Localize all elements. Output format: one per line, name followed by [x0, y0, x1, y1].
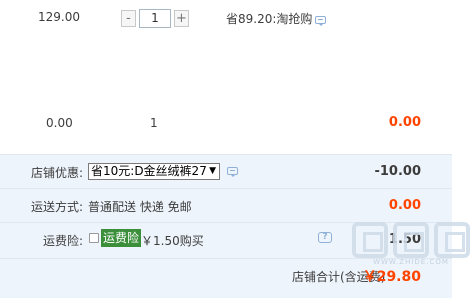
watermark-glyph — [434, 222, 470, 258]
watermark-glyph — [393, 222, 429, 258]
shipping-amount: 0.00 — [388, 198, 421, 213]
order-item-row: 0.00 1 0.00 — [0, 106, 452, 154]
item-price: 129.00 — [38, 10, 80, 24]
grand-total-amount: ￥29.80 — [362, 269, 421, 285]
dropdown-arrow-icon: ▼ — [209, 166, 216, 176]
discount-label: 店铺优惠: — [30, 166, 83, 180]
shipping-row: 运送方式: 普通配送 快递 免邮 0.00 — [0, 189, 452, 222]
shipping-label: 运送方式: — [30, 200, 83, 214]
shop-discount-row: 店铺优惠: 省10元:D金丝绒裤27 ▼ -10.00 — [0, 155, 452, 188]
chat-icon[interactable] — [227, 167, 238, 177]
quantity-input[interactable]: 1 — [139, 9, 171, 28]
item-price: 0.00 — [46, 116, 73, 130]
discount-select[interactable]: 省10元:D金丝绒裤27 ▼ — [88, 163, 220, 180]
promo-text: 省89.20:淘抢购 — [226, 10, 327, 27]
discount-selected-value: 省10元:D金丝绒裤27 — [91, 164, 207, 178]
insurance-label: 运费险: — [42, 234, 83, 248]
order-item-row: 129.00 - 1 + 省89.20:淘抢购 — [0, 0, 452, 106]
quantity-decrease-button[interactable]: - — [121, 10, 136, 27]
watermark-text: WWW.ZHIDE.COM — [373, 258, 449, 266]
quantity-stepper: - 1 + — [121, 9, 189, 28]
watermark-glyph — [352, 222, 388, 258]
promo-label: 省89.20:淘抢购 — [226, 12, 313, 26]
insurance-price: ￥1.50购买 — [141, 234, 204, 248]
shipping-method: 普通配送 快递 免邮 — [88, 200, 192, 214]
quantity-increase-button[interactable]: + — [174, 10, 189, 27]
chat-icon[interactable] — [315, 15, 327, 26]
insurance-tag: 运费险 — [101, 229, 142, 247]
insurance-checkbox[interactable] — [89, 233, 99, 243]
item-quantity: 1 — [150, 116, 158, 130]
watermark-logo: WWW.ZHIDE.COM — [352, 222, 470, 266]
discount-amount: -10.00 — [374, 164, 421, 179]
item-total: 0.00 — [388, 115, 421, 130]
help-icon[interactable]: ? — [318, 232, 332, 243]
